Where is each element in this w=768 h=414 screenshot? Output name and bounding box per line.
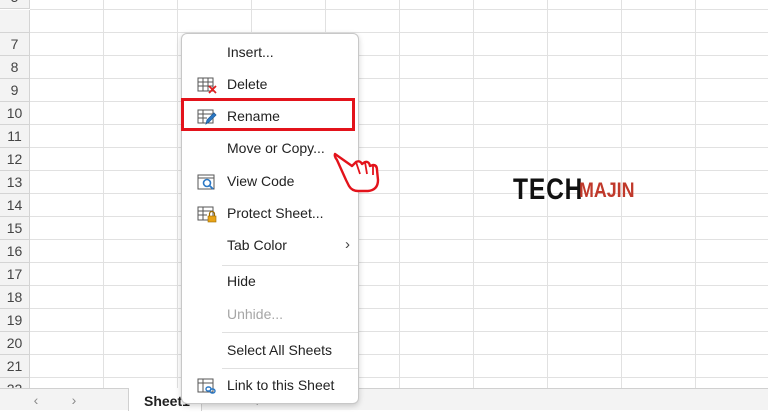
view-code-icon bbox=[197, 174, 215, 190]
row-header-18[interactable]: 18 bbox=[0, 286, 30, 309]
rename-sheet-icon bbox=[197, 109, 217, 125]
row-header-10[interactable]: 10 bbox=[0, 102, 30, 125]
menu-item-delete[interactable]: Delete bbox=[182, 71, 358, 99]
menu-item-label: Delete bbox=[227, 76, 268, 92]
scroll-tabs-right-button[interactable]: › bbox=[66, 392, 82, 408]
row-header-8[interactable]: 8 bbox=[0, 56, 30, 79]
menu-item-select-all-sheets[interactable]: Select All Sheets bbox=[182, 337, 358, 365]
menu-item-hide[interactable]: Hide bbox=[182, 268, 358, 296]
row-header-17[interactable]: 17 bbox=[0, 263, 30, 286]
menu-item-link-to-this-sheet[interactable]: Link to this Sheet bbox=[182, 372, 358, 400]
menu-item-label: View Code bbox=[227, 173, 295, 189]
row-header-19[interactable]: 19 bbox=[0, 309, 30, 332]
row-header-13[interactable]: 13 bbox=[0, 171, 30, 194]
gridline bbox=[695, 0, 696, 388]
menu-separator bbox=[222, 332, 358, 333]
menu-item-label: Unhide... bbox=[227, 306, 284, 322]
row-header-16[interactable]: 16 bbox=[0, 240, 30, 263]
row-header-12[interactable]: 12 bbox=[0, 148, 30, 171]
menu-item-label: Rename bbox=[227, 108, 280, 124]
menu-item-unhide: Unhide... bbox=[182, 301, 358, 329]
row-header-7[interactable]: 7 bbox=[0, 33, 30, 56]
sheet-tab-bar: ‹ › Sheet1 + bbox=[0, 388, 768, 411]
gridline bbox=[177, 0, 178, 388]
gridline bbox=[473, 0, 474, 388]
logo-text-tech: TECH bbox=[513, 173, 584, 206]
menu-item-label: Link to this Sheet bbox=[227, 377, 335, 393]
menu-separator bbox=[222, 265, 358, 266]
submenu-arrow-icon: › bbox=[345, 236, 350, 253]
protect-sheet-icon bbox=[197, 206, 217, 223]
row-header-9[interactable]: 9 bbox=[0, 79, 30, 102]
gridline bbox=[103, 0, 104, 388]
techmajin-logo: TECH MAJIN bbox=[513, 172, 635, 208]
menu-separator bbox=[222, 368, 358, 369]
delete-sheet-icon bbox=[197, 77, 217, 94]
menu-item-label: Move or Copy... bbox=[227, 140, 325, 156]
menu-item-tab-color[interactable]: Tab Color › bbox=[182, 232, 358, 260]
menu-item-insert[interactable]: Insert... bbox=[182, 39, 358, 67]
link-sheet-icon bbox=[197, 378, 216, 394]
worksheet-grid[interactable]: 5 7 8 9 10 11 12 13 14 15 16 17 18 19 20… bbox=[0, 0, 768, 388]
menu-item-label: Insert... bbox=[227, 44, 274, 60]
row-header-22[interactable]: 22 bbox=[0, 378, 30, 388]
menu-item-label: Select All Sheets bbox=[227, 342, 333, 358]
row-header-20[interactable]: 20 bbox=[0, 332, 30, 355]
menu-item-rename[interactable]: Rename bbox=[182, 103, 358, 131]
sheet-context-menu: Insert... Delete Rename Move or Copy... bbox=[181, 33, 359, 404]
menu-item-protect-sheet[interactable]: Protect Sheet... bbox=[182, 200, 358, 228]
row-header-15[interactable]: 15 bbox=[0, 217, 30, 240]
scroll-tabs-left-button[interactable]: ‹ bbox=[28, 392, 44, 408]
row-header-21[interactable]: 21 bbox=[0, 355, 30, 378]
row-header-6[interactable] bbox=[0, 10, 30, 33]
pointing-hand-icon bbox=[333, 152, 380, 193]
row-header-14[interactable]: 14 bbox=[0, 194, 30, 217]
logo-text-majin: MAJIN bbox=[579, 179, 635, 202]
menu-item-label: Hide bbox=[227, 273, 256, 289]
gridline bbox=[399, 0, 400, 388]
row-header-11[interactable]: 11 bbox=[0, 125, 30, 148]
menu-item-label: Tab Color bbox=[227, 237, 287, 253]
menu-item-label: Protect Sheet... bbox=[227, 205, 324, 221]
row-header-5[interactable]: 5 bbox=[0, 0, 30, 9]
